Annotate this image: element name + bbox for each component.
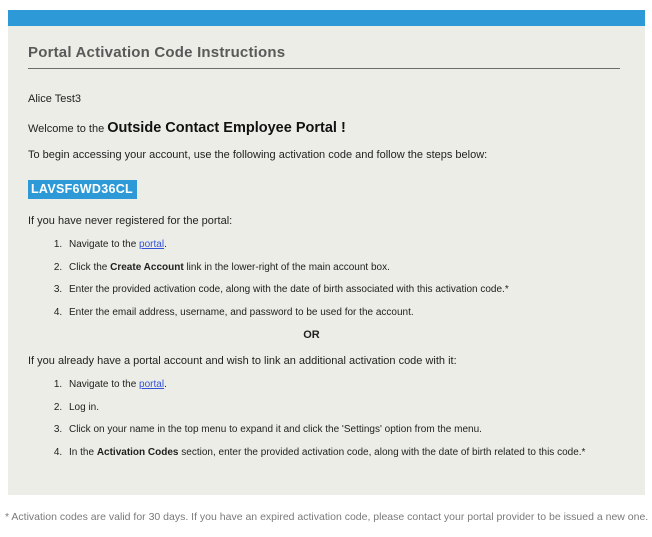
new-user-lead: If you have never registered for the por… xyxy=(28,215,620,227)
text-segment: In the xyxy=(69,447,97,458)
text-segment: Log in. xyxy=(69,402,99,413)
welcome-line: Welcome to the Outside Contact Employee … xyxy=(28,120,620,136)
existing-user-steps-list: Navigate to the portal. Log in. Click on y… xyxy=(28,379,620,459)
activation-code-row: LAVSF6WD36CL xyxy=(28,180,620,199)
step-item: In the Activation Codes section, enter t… xyxy=(65,447,620,460)
step-item: Navigate to the portal. xyxy=(65,239,620,252)
text-segment: . xyxy=(164,379,167,390)
existing-user-lead: If you already have a portal account and… xyxy=(28,355,620,367)
text-segment: Click the xyxy=(69,262,110,273)
step-item: Enter the email address, username, and p… xyxy=(65,307,620,320)
text-segment: Enter the provided activation code, alon… xyxy=(69,284,509,295)
recipient-name: Alice Test3 xyxy=(28,93,620,105)
text-segment: Click on your name in the top menu to ex… xyxy=(69,424,482,435)
welcome-prefix: Welcome to the xyxy=(28,123,107,135)
activation-code-value[interactable]: LAVSF6WD36CL xyxy=(28,180,137,199)
step-item: Log in. xyxy=(65,402,620,415)
text-segment: link in the lower-right of the main acco… xyxy=(184,262,390,273)
title-divider xyxy=(28,68,620,69)
bold-text: Create Account xyxy=(110,262,184,273)
step-item: Enter the provided activation code, alon… xyxy=(65,284,620,297)
portal-name: Outside Contact Employee Portal ! xyxy=(107,120,346,136)
step-item: Click on your name in the top menu to ex… xyxy=(65,424,620,437)
portal-link[interactable]: portal xyxy=(139,239,164,250)
intro-text: To begin accessing your account, use the… xyxy=(28,149,620,161)
portal-link[interactable]: portal xyxy=(139,379,164,390)
email-header-accent-bar xyxy=(8,10,645,26)
or-divider: OR xyxy=(28,329,595,341)
text-segment: Navigate to the xyxy=(69,239,139,250)
bold-text: Activation Codes xyxy=(97,447,179,458)
step-item: Click the Create Account link in the low… xyxy=(65,262,620,275)
text-segment: Enter the email address, username, and p… xyxy=(69,307,414,318)
new-user-steps-list: Navigate to the portal. Click the Create … xyxy=(28,239,620,319)
page-title: Portal Activation Code Instructions xyxy=(28,44,620,61)
text-segment: . xyxy=(164,239,167,250)
step-item: Navigate to the portal. xyxy=(65,379,620,392)
text-segment: Navigate to the xyxy=(69,379,139,390)
expiry-footnote: * Activation codes are valid for 30 days… xyxy=(5,511,652,523)
email-body-panel: Portal Activation Code Instructions Alic… xyxy=(8,26,645,495)
text-segment: section, enter the provided activation c… xyxy=(179,447,586,458)
